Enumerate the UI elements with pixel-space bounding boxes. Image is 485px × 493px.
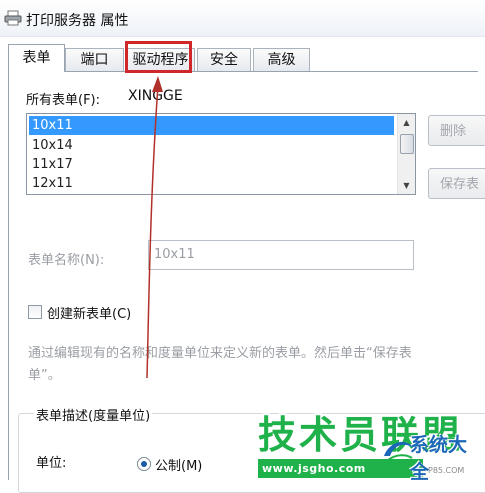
list-item-10x11[interactable]: 10x11 (29, 116, 394, 135)
metric-radio[interactable] (137, 457, 151, 471)
tab-strip: 表单 端口 驱动程序 安全 高级 (8, 44, 478, 72)
save-form-button[interactable]: 保存表 (428, 168, 485, 199)
metric-option-label: 公制(M) (155, 459, 203, 474)
scroll-up-arrow-icon[interactable]: ▲ (398, 114, 415, 131)
tab-ports[interactable]: 端口 (65, 48, 124, 71)
panel-border (8, 71, 9, 480)
scrollbar-thumb[interactable] (400, 134, 414, 154)
form-name-label: 表单名称(N): (28, 253, 105, 268)
create-new-form-checkbox[interactable] (28, 305, 42, 319)
form-instructions: 通过编辑现有的名称和度量单位来定义新的表单。然后单击“保存表单”。 (28, 346, 412, 383)
create-new-form-label: 创建新表单(C) (47, 307, 132, 322)
list-item-12x11[interactable]: 12x11 (29, 174, 394, 193)
drivers-tab-highlight (125, 41, 192, 73)
title-bar: 打印服务器 属性 (0, 0, 485, 37)
tab-forms[interactable]: 表单 (8, 44, 65, 72)
list-item-10x14[interactable]: 10x14 (29, 136, 394, 155)
listbox-scrollbar[interactable]: ▲ ▼ (397, 114, 415, 194)
watermark-small-text: P85.COM (428, 466, 465, 475)
watermark-side-text: 系统大全 (410, 434, 468, 483)
server-name: XINGGE (128, 88, 183, 104)
form-description-legend: 表单描述(度量单位) (34, 405, 153, 424)
form-name-field[interactable]: 10x11 (148, 240, 414, 270)
tab-divider (8, 71, 478, 72)
watermark-url: www.jsgho.com (262, 462, 366, 475)
tab-advanced[interactable]: 高级 (253, 48, 310, 71)
radio-selected-dot (141, 461, 147, 467)
scroll-down-arrow-icon[interactable]: ▼ (398, 177, 415, 194)
tab-security[interactable]: 安全 (197, 48, 251, 71)
window-title: 打印服务器 属性 (26, 13, 129, 29)
printer-icon (4, 10, 22, 26)
unit-label: 单位: (36, 456, 67, 471)
delete-button[interactable]: 删除 (428, 115, 485, 146)
watermark: 技术员联盟 www.jsgho.com 系统大全 P85.COM (258, 412, 485, 483)
all-forms-label: 所有表单(F): (26, 93, 101, 108)
list-item-11x17[interactable]: 11x17 (29, 155, 394, 174)
forms-listbox[interactable]: 10x11 10x14 11x17 12x11 ▲ ▼ (26, 113, 416, 195)
